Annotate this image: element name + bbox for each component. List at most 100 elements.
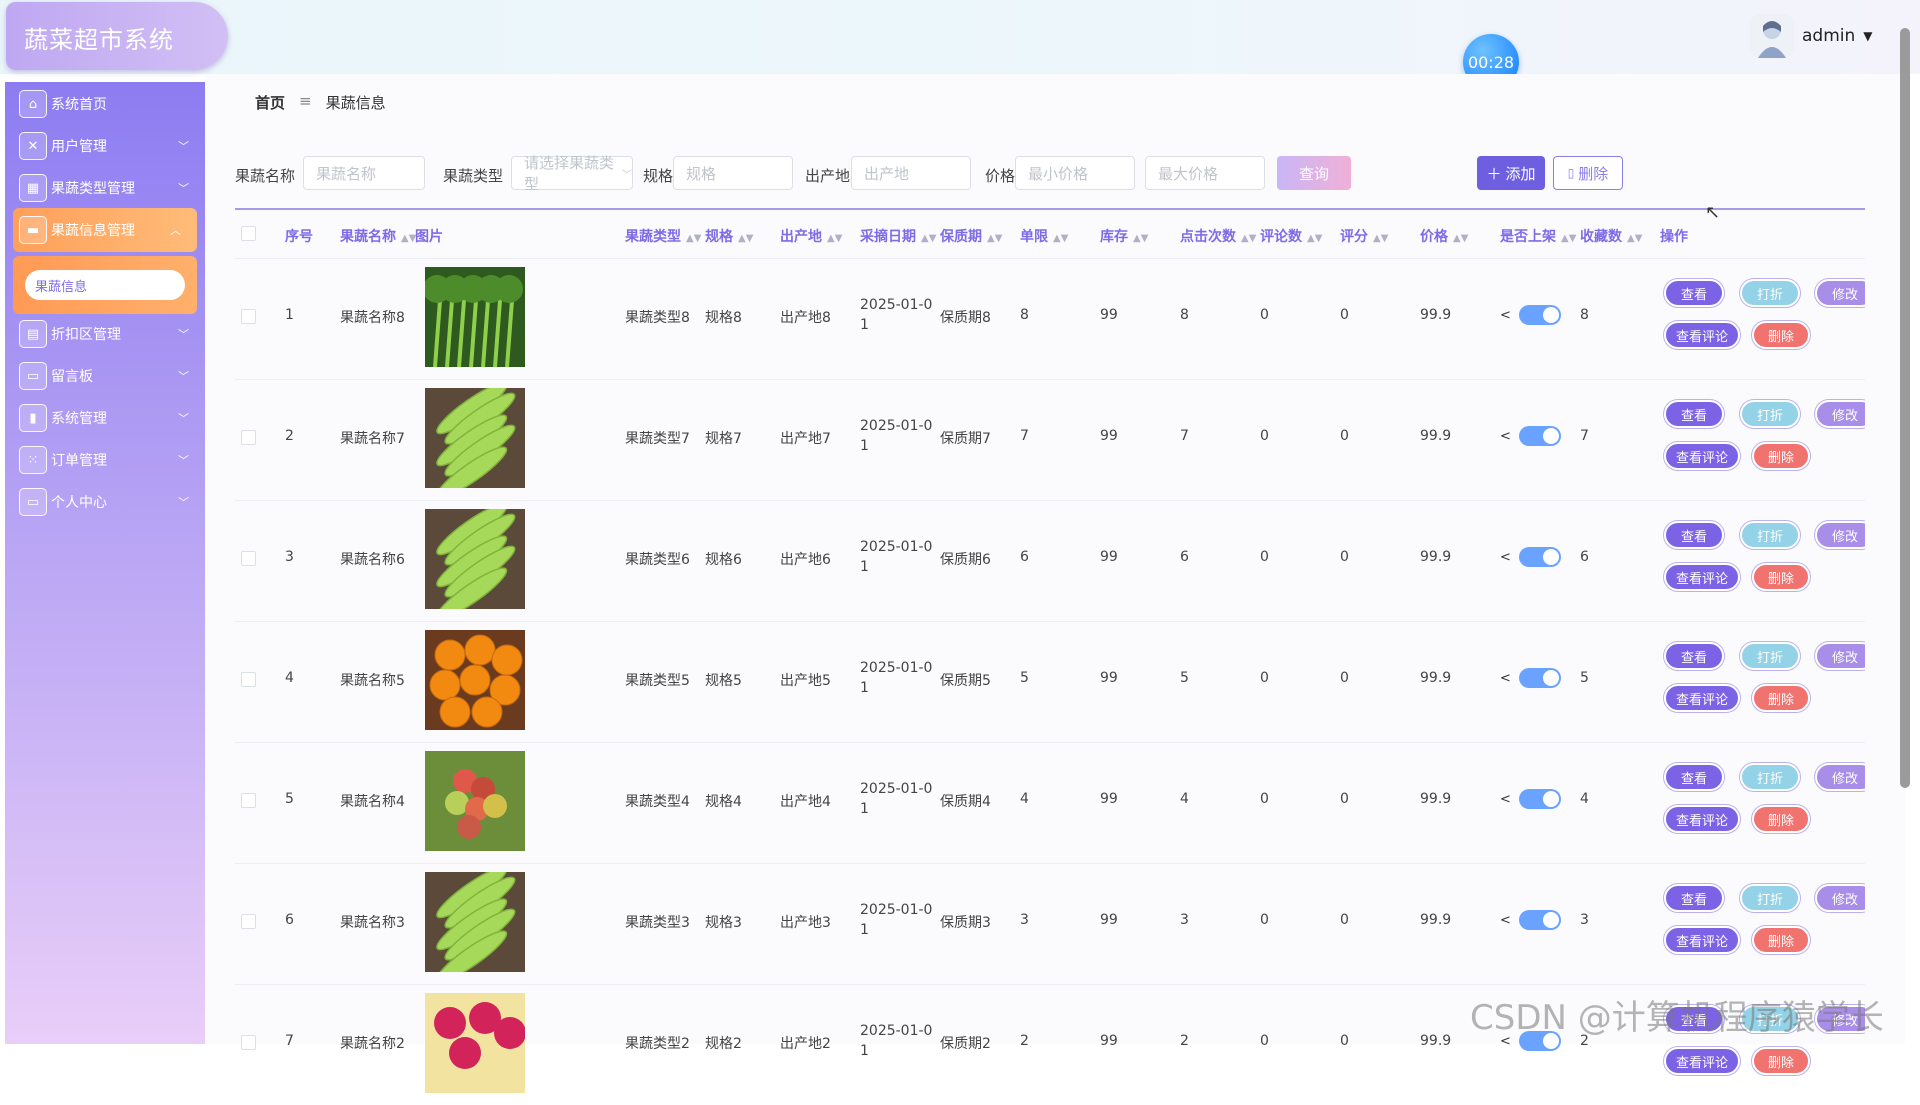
view-comments-button[interactable]: 查看评论 <box>1664 1047 1740 1075</box>
column-header[interactable]: 库存 ▲▼ <box>1100 226 1148 246</box>
column-header[interactable]: 单限 ▲▼ <box>1020 226 1068 246</box>
edit-button[interactable]: 修改 <box>1815 642 1865 670</box>
cell-favorites: 8 <box>1580 307 1589 323</box>
query-button[interactable]: 查询 <box>1277 156 1351 190</box>
column-header[interactable]: 评论数 ▲▼ <box>1260 226 1322 246</box>
breadcrumb: 首页 ≡ 果蔬信息 <box>255 92 386 113</box>
sidebar-subitem-produce-info[interactable]: 果蔬信息 <box>25 270 185 300</box>
select-all-checkbox[interactable] <box>241 226 256 241</box>
view-comments-button[interactable]: 查看评论 <box>1664 442 1740 470</box>
cell-name: 果蔬名称5 <box>340 673 405 689</box>
cell-limit: 6 <box>1020 549 1029 565</box>
on-sale-toggle[interactable] <box>1518 789 1561 809</box>
discount-button[interactable]: 打折 <box>1740 884 1800 912</box>
view-button[interactable]: 查看 <box>1664 521 1724 549</box>
view-comments-button[interactable]: 查看评论 <box>1664 563 1740 591</box>
row-checkbox[interactable] <box>241 1035 256 1050</box>
discount-button[interactable]: 打折 <box>1740 521 1800 549</box>
sidebar-item-produce-info[interactable]: ▬ 果蔬信息管理 ︿ <box>13 208 197 252</box>
discount-button[interactable]: 打折 <box>1740 763 1800 791</box>
on-sale-toggle-group: < <box>1500 668 1561 688</box>
edit-button[interactable]: 修改 <box>1815 279 1865 307</box>
table-row: 3 果蔬名称6 果蔬类型6 规格6 出产地6 2025-01-0 1 保质期6 6 99 6 0 0 99… <box>235 500 1865 621</box>
view-comments-button[interactable]: 查看评论 <box>1664 321 1740 349</box>
delete-row-button[interactable]: 删除 <box>1752 926 1810 954</box>
cell-date: 2025-01-0 1 <box>860 297 933 333</box>
column-header[interactable]: 点击次数 ▲▼ <box>1180 226 1256 246</box>
max-price-input[interactable]: 最大价格 <box>1145 156 1265 190</box>
column-header[interactable]: 果蔬名称 ▲▼ <box>340 226 416 246</box>
delete-row-button[interactable]: 删除 <box>1752 1047 1810 1075</box>
sidebar-item-orders[interactable]: ⁙ 订单管理 ﹀ <box>5 438 205 482</box>
user-menu[interactable]: admin ▼ <box>1750 14 1873 58</box>
edit-button[interactable]: 修改 <box>1815 521 1865 549</box>
column-header[interactable]: 价格 ▲▼ <box>1420 226 1468 246</box>
on-sale-toggle[interactable] <box>1518 305 1561 325</box>
row-checkbox[interactable] <box>241 309 256 324</box>
delete-row-button[interactable]: 删除 <box>1752 321 1810 349</box>
on-sale-toggle[interactable] <box>1518 426 1561 446</box>
row-checkbox[interactable] <box>241 793 256 808</box>
scrollbar[interactable] <box>1900 28 1912 800</box>
view-comments-button[interactable]: 查看评论 <box>1664 805 1740 833</box>
add-button[interactable]: ＋ 添加 <box>1477 156 1545 190</box>
view-button[interactable]: 查看 <box>1664 884 1724 912</box>
sidebar-item-system[interactable]: ▮ 系统管理 ﹀ <box>5 396 205 440</box>
view-button[interactable]: 查看 <box>1664 400 1724 428</box>
column-header[interactable]: 规格 ▲▼ <box>705 226 753 246</box>
column-header[interactable]: 评分 ▲▼ <box>1340 226 1388 246</box>
row-actions: 查看 打折 修改 查看评论 删除 <box>1660 882 1865 962</box>
delete-row-button[interactable]: 删除 <box>1752 442 1810 470</box>
on-sale-toggle[interactable] <box>1518 547 1561 567</box>
column-header[interactable]: 出产地 ▲▼ <box>780 226 842 246</box>
name-input[interactable]: 果蔬名称 <box>303 156 425 190</box>
discount-button[interactable]: 打折 <box>1740 279 1800 307</box>
cell-rating: 0 <box>1340 912 1349 928</box>
cell-stock: 99 <box>1100 791 1118 807</box>
min-price-input[interactable]: 最小价格 <box>1015 156 1135 190</box>
origin-input[interactable]: 出产地 <box>851 156 971 190</box>
discount-button[interactable]: 打折 <box>1740 642 1800 670</box>
spec-input[interactable]: 规格 <box>673 156 793 190</box>
row-checkbox[interactable] <box>241 551 256 566</box>
delete-row-button[interactable]: 删除 <box>1752 805 1810 833</box>
table-row: 5 果蔬名称4 果蔬类型4 规格4 出产地4 2025-01-0 1 保质期4 4 99 4 0 0 99… <box>235 742 1865 863</box>
edit-button[interactable]: 修改 <box>1815 884 1865 912</box>
view-comments-button[interactable]: 查看评论 <box>1664 926 1740 954</box>
cell-type: 果蔬类型6 <box>625 552 690 568</box>
sidebar-item-home[interactable]: ⌂ 系统首页 <box>5 82 205 126</box>
on-sale-toggle[interactable] <box>1518 668 1561 688</box>
delete-row-button[interactable]: 删除 <box>1752 684 1810 712</box>
cell-favorites: 7 <box>1580 428 1589 444</box>
column-header[interactable]: 采摘日期 ▲▼ <box>860 226 936 246</box>
price-label: 价格 <box>985 167 1016 185</box>
column-header[interactable]: 序号 <box>285 226 313 246</box>
row-checkbox[interactable] <box>241 672 256 687</box>
column-header[interactable]: 果蔬类型 ▲▼ <box>625 226 701 246</box>
view-button[interactable]: 查看 <box>1664 642 1724 670</box>
delete-button[interactable]: ▯ 删除 <box>1553 156 1623 190</box>
column-header[interactable]: 收藏数 ▲▼ <box>1580 226 1642 246</box>
on-sale-toggle[interactable] <box>1518 910 1561 930</box>
view-comments-button[interactable]: 查看评论 <box>1664 684 1740 712</box>
view-button[interactable]: 查看 <box>1664 763 1724 791</box>
share-icon: < <box>1500 670 1511 686</box>
row-checkbox[interactable] <box>241 430 256 445</box>
column-header[interactable]: 是否上架 ▲▼ <box>1500 226 1576 246</box>
sidebar-item-discount[interactable]: ▤ 折扣区管理 ﹀ <box>5 312 205 356</box>
sidebar-item-message-board[interactable]: ▭ 留言板 ﹀ <box>5 354 205 398</box>
sidebar-item-profile[interactable]: ▭ 个人中心 ﹀ <box>5 480 205 524</box>
delete-row-button[interactable]: 删除 <box>1752 563 1810 591</box>
sidebar-item-produce-types[interactable]: ▦ 果蔬类型管理 ﹀ <box>5 166 205 210</box>
cell-rating: 0 <box>1340 307 1349 323</box>
cell-shelf-life: 保质期3 <box>940 915 991 931</box>
sidebar-item-users[interactable]: ✕ 用户管理 ﹀ <box>5 124 205 168</box>
breadcrumb-home[interactable]: 首页 <box>255 92 285 113</box>
row-checkbox[interactable] <box>241 914 256 929</box>
type-select[interactable]: 请选择果蔬类型 ﹀ <box>511 154 633 193</box>
column-header[interactable]: 保质期 ▲▼ <box>940 226 1002 246</box>
view-button[interactable]: 查看 <box>1664 279 1724 307</box>
edit-button[interactable]: 修改 <box>1815 763 1865 791</box>
discount-button[interactable]: 打折 <box>1740 400 1800 428</box>
edit-button[interactable]: 修改 <box>1815 400 1865 428</box>
